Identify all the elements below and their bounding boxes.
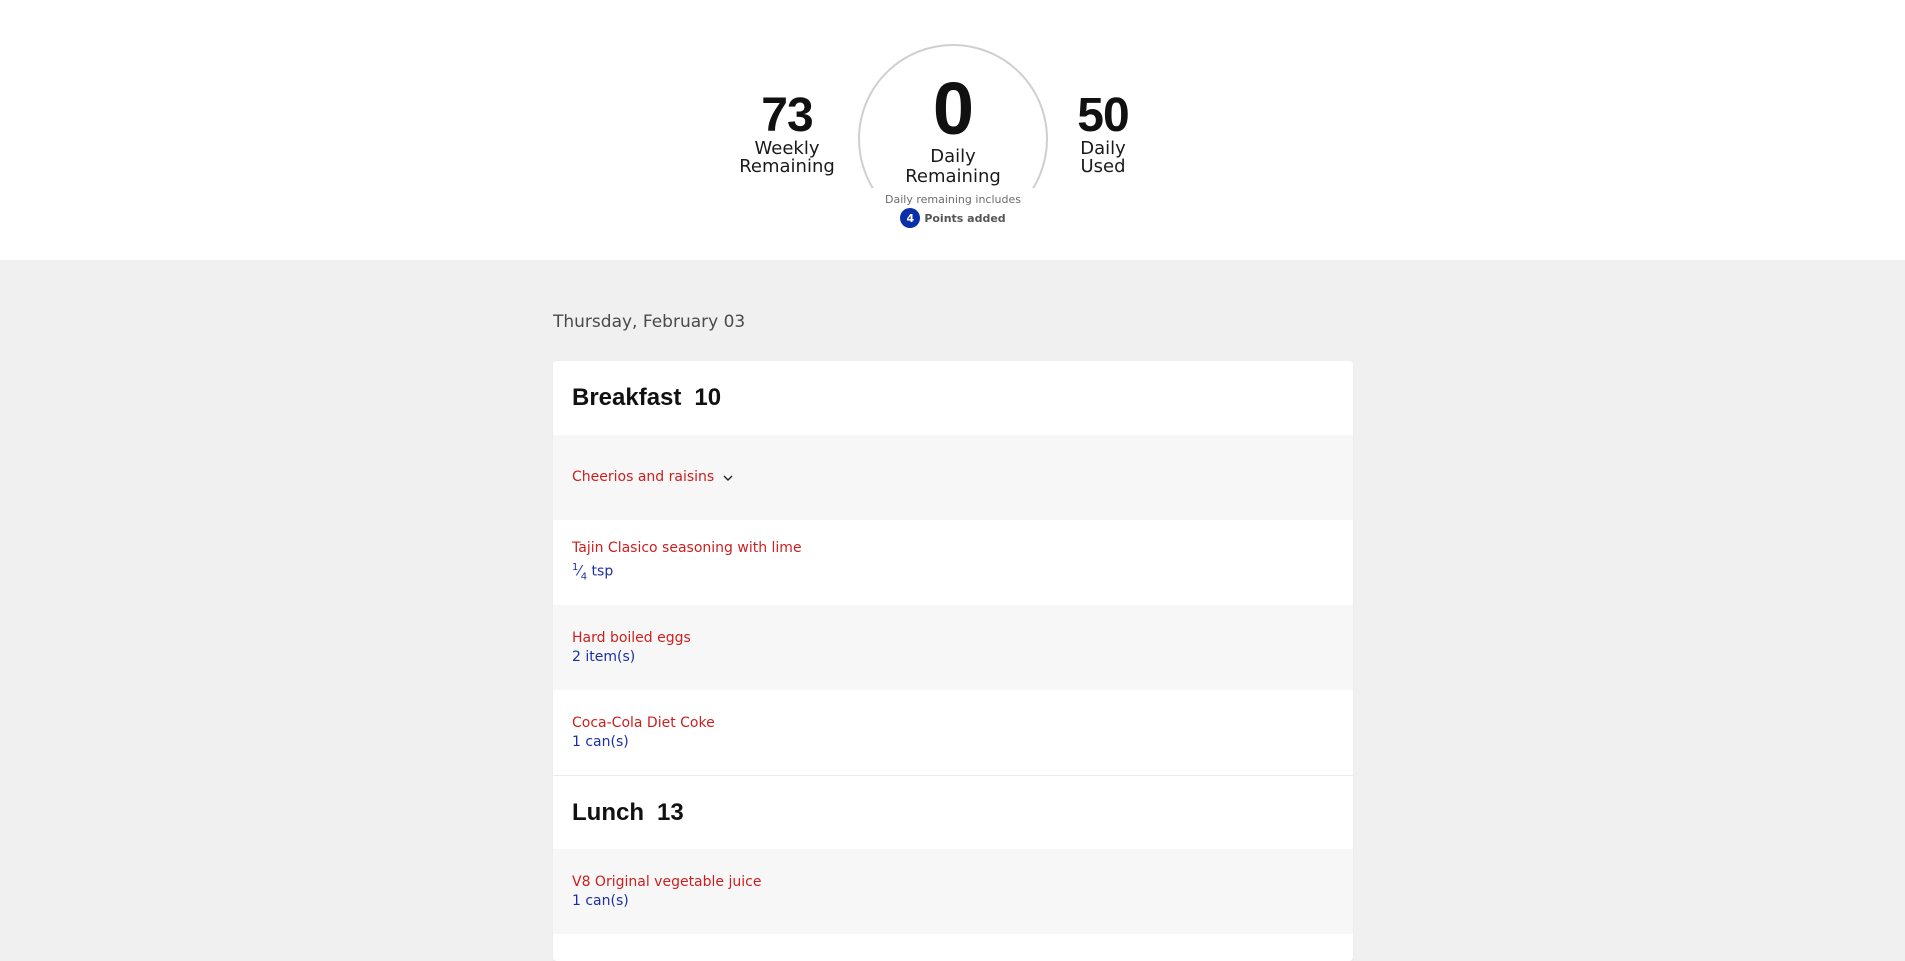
daily-used: 50 Daily Used [1068,92,1138,176]
amount-unit: tsp [591,563,614,580]
list-item[interactable]: V8 Original vegetable juice 1 can(s) [553,849,1353,934]
meal-header-lunch: Lunch 13 [553,775,1353,849]
food-name[interactable]: Coca-Cola Diet Coke [572,714,1353,733]
amount-denominator: 4 [580,571,588,583]
points-summary-header: 73 Weekly Remaining 0 Daily Remaining 50… [0,0,1905,260]
weekly-remaining: 73 Weekly Remaining [735,92,839,176]
meal-points: 13 [657,798,684,826]
amount-numerator: 1 [572,561,579,573]
list-item[interactable]: Cheerios and raisins [553,435,1353,520]
list-item[interactable]: Hard boiled eggs 2 item(s) [553,605,1353,690]
daily-remaining: 0 Daily Remaining [878,72,1028,186]
day-date: Thursday, February 03 [553,312,746,332]
points-added[interactable]: 4 Points added [840,208,1066,228]
food-name[interactable]: Tajin Clasico seasoning with lime [572,539,1353,558]
food-name[interactable]: V8 Original vegetable juice [572,873,1353,892]
daily-used-value: 50 [1077,89,1129,142]
food-amount: 2 item(s) [572,648,636,665]
list-item[interactable]: Tajin Clasico seasoning with lime 1⁄4 ts… [553,520,1353,605]
food-amount: 1 can(s) [572,892,629,909]
daily-used-label-2: Used [1080,156,1126,177]
chevron-down-icon[interactable] [722,472,734,484]
weekly-remaining-value: 73 [761,89,813,142]
daily-remaining-value: 0 [932,67,974,150]
daily-includes-text: Daily remaining includes [885,193,1021,206]
points-added-badge: 4 [900,208,921,228]
meal-name: Lunch [572,798,644,826]
food-amount: 1 can(s) [572,733,629,750]
weekly-remaining-label-2: Remaining [739,156,835,177]
daily-remaining-label-1: Daily [930,146,976,167]
food-log-card: Breakfast 10 Cheerios and raisins Tajin … [553,361,1353,961]
food-name[interactable]: Hard boiled eggs [572,629,1353,648]
meal-points: 10 [694,384,722,411]
food-name[interactable]: Cheerios and raisins [572,468,714,487]
meal-name: Breakfast [572,384,682,411]
daily-remaining-label-2: Remaining [905,166,1001,187]
food-amount: 1⁄4 tsp [572,561,614,583]
points-added-label: Points added [924,211,1006,225]
list-item[interactable]: Coca-Cola Diet Coke 1 can(s) [553,690,1353,775]
food-link[interactable]: Cheerios and raisins [572,468,1353,487]
meal-header-breakfast: Breakfast 10 [553,361,1353,435]
